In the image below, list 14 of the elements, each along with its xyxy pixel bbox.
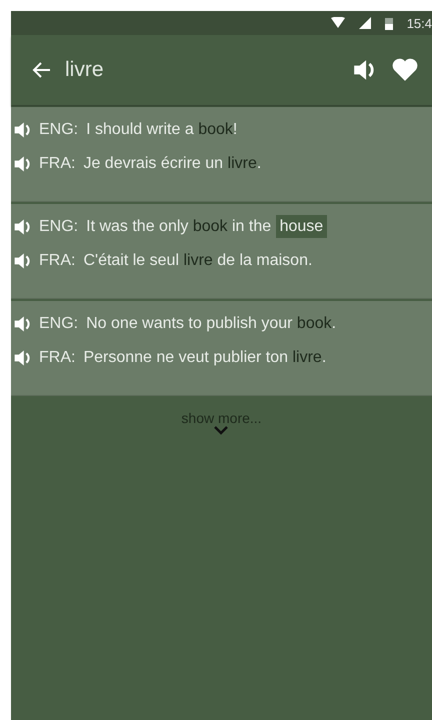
status-time: 15:4	[406, 16, 432, 30]
example-sentence: ENG: It was the only book in the house	[39, 218, 328, 236]
example-sentence: ENG: I should write a book!	[39, 121, 238, 139]
example-sentence: FRA: Je devrais écrire un livre.	[39, 155, 262, 173]
back-button[interactable]	[31, 61, 51, 79]
favorite-button[interactable]	[392, 58, 418, 82]
battery-icon	[384, 16, 393, 30]
example-sentence: ENG: No one wants to publish your book.	[39, 315, 336, 333]
signal-icon	[358, 17, 371, 29]
search-query: livre	[65, 58, 105, 82]
example-sentence: FRA: C'était le seul livre de la maison.	[39, 252, 312, 270]
chevron-icon	[214, 426, 228, 435]
wifi-icon	[330, 17, 345, 29]
example-sentence: FRA: Personne ne veut publier ton livre.	[39, 349, 326, 367]
